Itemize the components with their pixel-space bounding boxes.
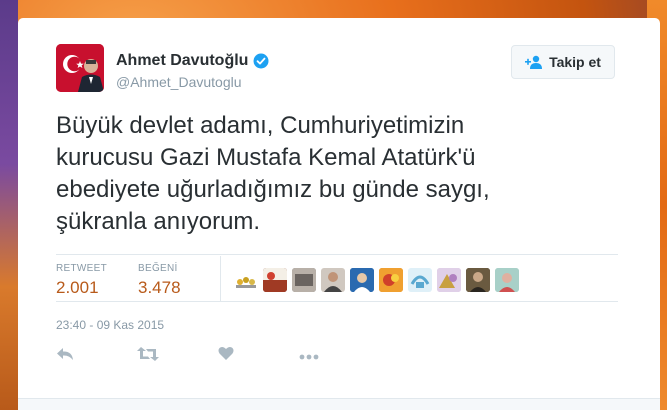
likers-avatars [234, 268, 524, 292]
follow-button[interactable]: Takip et [511, 45, 615, 79]
like-stat-label: BEĞENİ [138, 263, 178, 274]
retweet-icon [137, 346, 159, 367]
liker-avatar[interactable] [379, 268, 403, 292]
liker-avatar[interactable] [408, 268, 432, 292]
like-stat[interactable]: BEĞENİ 3.478 [138, 263, 181, 298]
tweet-text: Büyük devlet adamı, Cumhuriyetimizin kur… [56, 112, 490, 235]
liker-avatar[interactable] [234, 268, 258, 292]
like-button[interactable] [218, 346, 299, 366]
liker-avatar[interactable] [321, 268, 345, 292]
tweet-actions [56, 346, 380, 366]
liker-avatar[interactable] [466, 268, 490, 292]
stats-bottom-divider [56, 301, 618, 302]
avatar[interactable] [56, 44, 104, 92]
add-user-icon [525, 55, 543, 69]
user-name[interactable]: Ahmet Davutoğlu [116, 52, 269, 70]
tweet-timestamp[interactable]: 23:40 - 09 Kas 2015 [56, 318, 164, 332]
stats-vertical-divider [220, 256, 221, 302]
user-name-text: Ahmet Davutoğlu [116, 52, 249, 69]
liker-avatar[interactable] [263, 268, 287, 292]
card-footer [18, 398, 660, 410]
more-icon [299, 347, 319, 365]
liker-avatar[interactable] [495, 268, 519, 292]
tweet-card: Ahmet Davutoğlu @Ahmet_Davutoglu Takip e… [18, 18, 660, 410]
more-button[interactable] [299, 346, 380, 366]
retweet-button[interactable] [137, 346, 218, 366]
stats-top-divider [56, 254, 618, 255]
follow-button-label: Takip et [549, 54, 601, 70]
verified-badge-icon [253, 53, 269, 69]
retweet-stat-label: RETWEET [56, 263, 107, 274]
retweet-stat[interactable]: RETWEET 2.001 [56, 263, 107, 298]
like-stat-value: 3.478 [138, 278, 181, 297]
user-handle[interactable]: @Ahmet_Davutoglu [116, 74, 242, 90]
reply-button[interactable] [56, 346, 137, 366]
liker-avatar[interactable] [350, 268, 374, 292]
like-icon [218, 346, 234, 366]
retweet-stat-value: 2.001 [56, 278, 99, 297]
background-left [0, 0, 18, 410]
reply-icon [56, 346, 74, 367]
liker-avatar[interactable] [437, 268, 461, 292]
liker-avatar[interactable] [292, 268, 316, 292]
